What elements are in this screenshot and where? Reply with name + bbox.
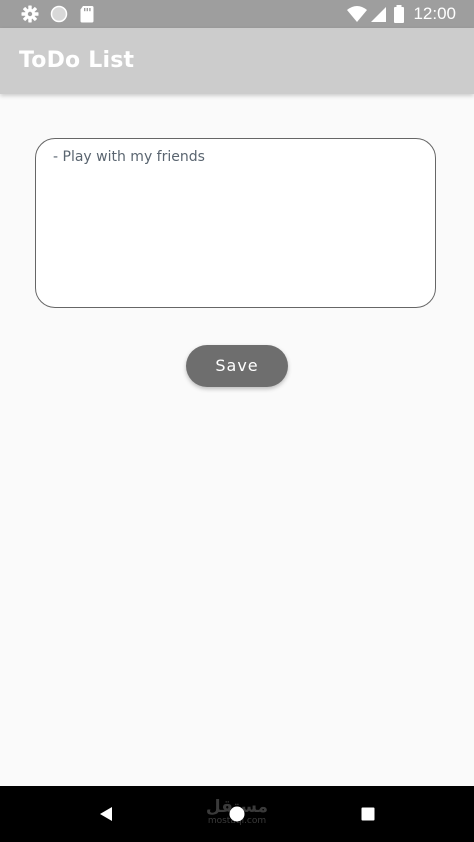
status-bar: 12:00 <box>0 0 474 28</box>
battery-icon <box>394 5 404 23</box>
screen: 12:00 ToDo List - Play with my friends S… <box>0 0 474 842</box>
app-bar: ToDo List <box>0 28 474 94</box>
sd-card-icon <box>80 6 94 23</box>
navigation-bar: مستقل mostaql.com <box>0 786 474 842</box>
home-icon[interactable] <box>227 804 247 824</box>
app-title: ToDo List <box>19 48 135 73</box>
circle-icon <box>50 5 68 23</box>
todo-input-value: - Play with my friends <box>53 149 205 165</box>
signal-icon <box>371 7 386 22</box>
status-time: 12:00 <box>413 4 456 23</box>
gear-icon <box>21 5 39 23</box>
wifi-icon <box>347 6 367 22</box>
back-icon[interactable] <box>96 804 116 824</box>
todo-input[interactable]: - Play with my friends <box>35 138 436 308</box>
save-button[interactable]: Save <box>186 345 288 387</box>
recents-icon[interactable] <box>358 804 378 824</box>
